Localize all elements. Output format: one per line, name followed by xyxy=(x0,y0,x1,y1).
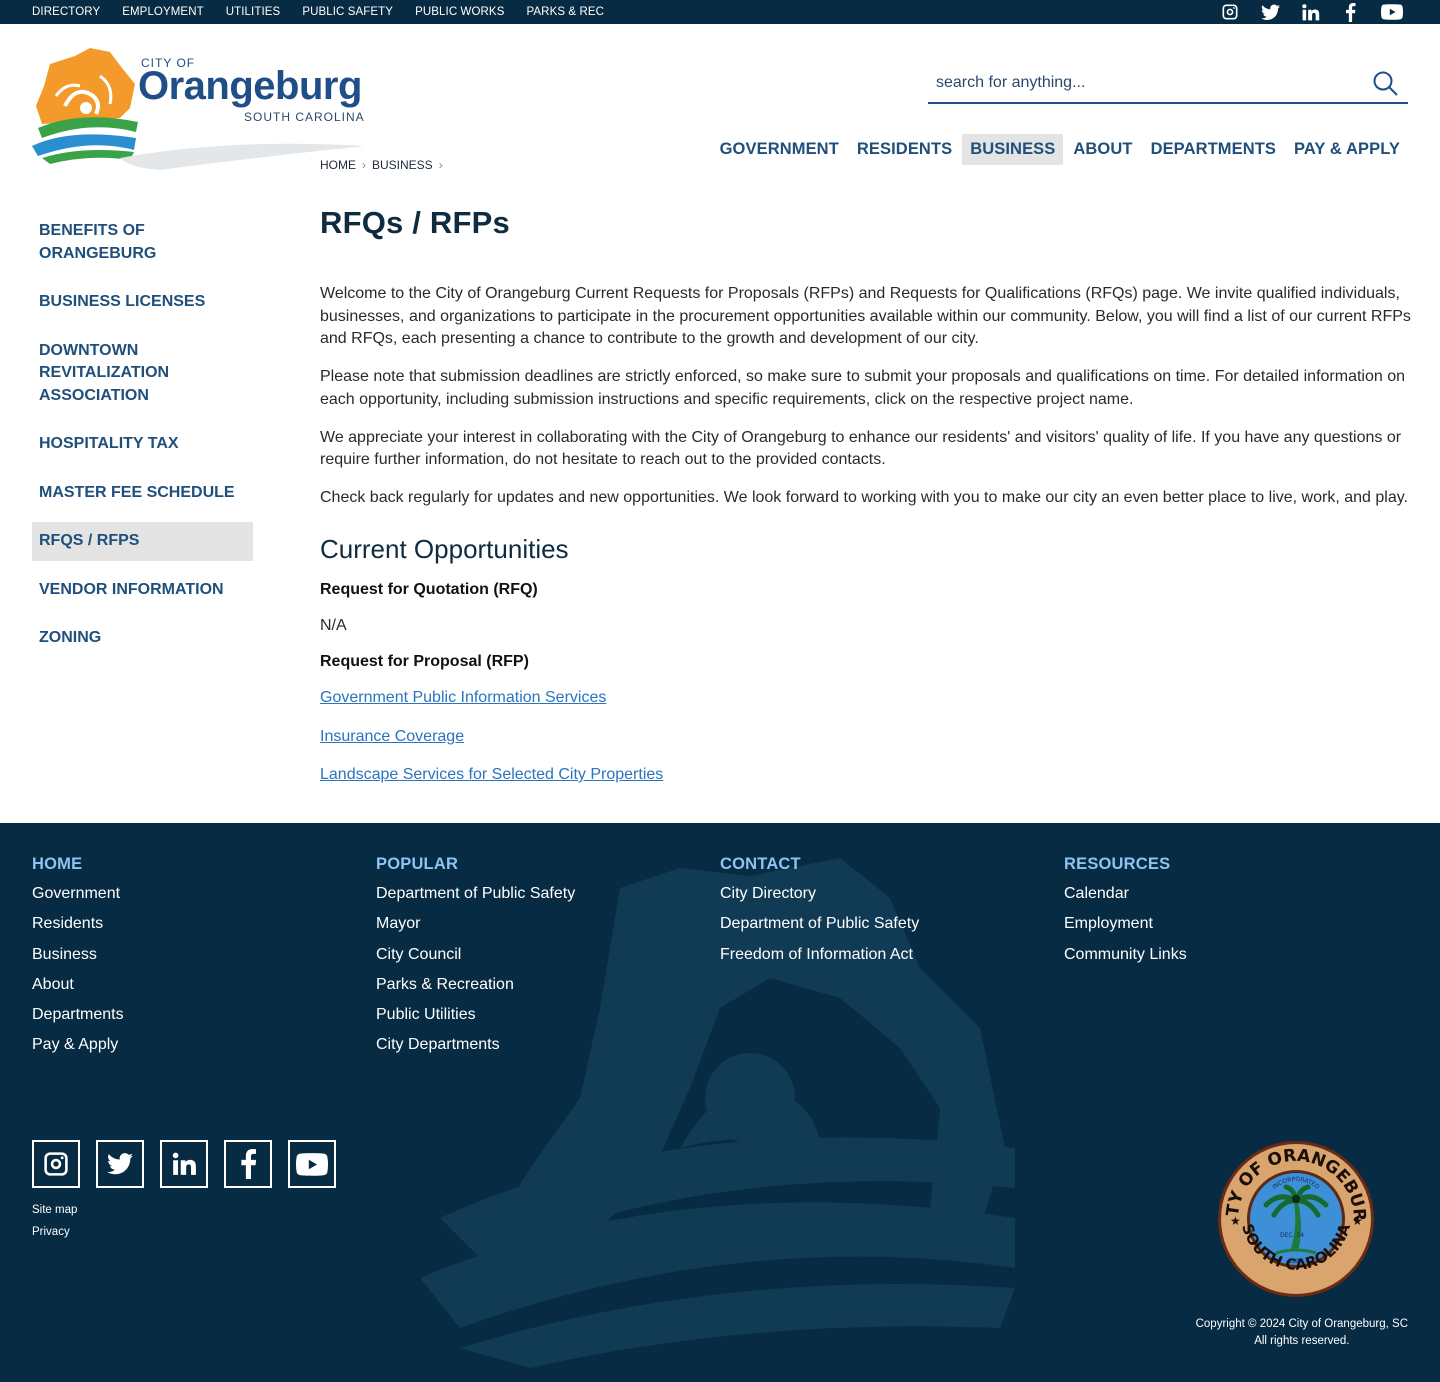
sidebar-link-rfqs-rfps[interactable]: RFQS / RFPS xyxy=(32,530,253,553)
rfp-link-insurance[interactable]: Insurance Coverage xyxy=(320,726,464,748)
footer-bottom-links: Site map Privacy xyxy=(32,1204,77,1248)
appreciation-paragraph: We appreciate your interest in collabora… xyxy=(320,428,1402,469)
sidebar-item-vendor-info: VENDOR INFORMATION xyxy=(32,579,253,602)
footer-link[interactable]: City Directory xyxy=(720,883,1064,905)
footer-link[interactable]: Community Links xyxy=(1064,944,1408,966)
star-icon: ★ xyxy=(1230,1214,1241,1228)
chevron-right-icon: › xyxy=(438,158,443,172)
star-icon: ★ xyxy=(1352,1214,1363,1228)
section-sidebar: BENEFITS OF ORANGEBURG BUSINESS LICENSES… xyxy=(32,220,253,676)
copyright: Copyright © 2024 City of Orangeburg, SC … xyxy=(1196,1316,1408,1350)
main-content: RFQs / RFPs Welcome to the City of Orang… xyxy=(320,205,1415,803)
footer-link[interactable]: Departments xyxy=(32,1004,376,1026)
footer-column-home: HOME Government Residents Business About… xyxy=(32,855,376,1065)
footer-heading-popular: POPULAR xyxy=(376,855,459,873)
sidebar-item-benefits: BENEFITS OF ORANGEBURG xyxy=(32,220,253,265)
rfq-heading: Request for Quotation (RFQ) xyxy=(320,580,538,598)
footer-heading-home: HOME xyxy=(32,855,83,873)
privacy-link[interactable]: Privacy xyxy=(32,1226,77,1238)
chevron-right-icon: › xyxy=(362,158,366,172)
sidebar-item-hospitality-tax: HOSPITALITY TAX xyxy=(32,433,253,456)
sidebar-link-business-licenses[interactable]: BUSINESS LICENSES xyxy=(32,291,253,314)
sidebar-link-hospitality-tax[interactable]: HOSPITALITY TAX xyxy=(32,433,253,456)
seal-inner-date: DEC. 24 xyxy=(1280,1232,1304,1239)
footer-facebook-button[interactable] xyxy=(224,1140,272,1188)
rfp-link-public-information[interactable]: Government Public Information Services xyxy=(320,687,606,709)
sidebar-link-downtown[interactable]: DOWNTOWN REVITALIZATION ASSOCIATION xyxy=(32,340,192,408)
youtube-icon xyxy=(296,1152,328,1176)
footer-column-popular: POPULAR Department of Public Safety Mayo… xyxy=(376,855,720,1065)
footer-link[interactable]: Business xyxy=(32,944,376,966)
footer-link[interactable]: Mayor xyxy=(376,913,720,935)
footer-youtube-button[interactable] xyxy=(288,1140,336,1188)
footer-column-resources: RESOURCES Calendar Employment Community … xyxy=(1064,855,1408,1065)
sidebar-item-business-licenses: BUSINESS LICENSES xyxy=(32,291,253,314)
intro-paragraph: Welcome to the City of Orangeburg Curren… xyxy=(320,285,1411,347)
city-seal: CITY OF ORANGEBURG SOUTH CAROLINA ★ ★ IN… xyxy=(1216,1139,1374,1297)
sidebar-link-benefits[interactable]: BENEFITS OF ORANGEBURG xyxy=(32,220,192,265)
linkedin-icon xyxy=(172,1152,196,1175)
footer-link[interactable]: City Departments xyxy=(376,1034,720,1056)
opportunities-heading: Current Opportunities xyxy=(320,533,569,564)
check-back-paragraph: Check back regularly for updates and new… xyxy=(320,489,1408,506)
sidebar-link-zoning[interactable]: ZONING xyxy=(32,627,253,650)
sidebar-item-downtown: DOWNTOWN REVITALIZATION ASSOCIATION xyxy=(32,340,253,408)
footer-link[interactable]: Department of Public Safety xyxy=(376,883,720,905)
breadcrumb: HOME › BUSINESS › xyxy=(320,158,445,172)
footer-linkedin-button[interactable] xyxy=(160,1140,208,1188)
site-footer: HOME Government Residents Business About… xyxy=(0,823,1440,1382)
facebook-icon xyxy=(240,1149,256,1179)
breadcrumb-home[interactable]: HOME xyxy=(320,158,356,172)
footer-link[interactable]: Government xyxy=(32,883,376,905)
rights-text: All rights reserved. xyxy=(1254,1335,1350,1347)
seal-inner-year: 1883 xyxy=(1288,1258,1303,1265)
deadline-paragraph: Please note that submission deadlines ar… xyxy=(320,368,1406,408)
sidebar-item-rfqs-rfps: RFQS / RFPS xyxy=(32,522,253,561)
page-title: RFQs / RFPs xyxy=(320,205,510,240)
sidebar-item-master-fee: MASTER FEE SCHEDULE xyxy=(32,482,253,505)
rfq-value: N/A xyxy=(320,616,347,634)
page-content: HOME › BUSINESS › BENEFITS OF ORANGEBURG… xyxy=(0,0,1440,823)
breadcrumb-business[interactable]: BUSINESS xyxy=(372,158,433,172)
footer-link[interactable]: Parks & Recreation xyxy=(376,974,720,996)
sidebar-link-master-fee[interactable]: MASTER FEE SCHEDULE xyxy=(32,482,253,505)
footer-column-contact: CONTACT City Directory Department of Pub… xyxy=(720,855,1064,1065)
rfp-heading: Request for Proposal (RFP) xyxy=(320,653,529,670)
footer-heading-resources: RESOURCES xyxy=(1064,855,1171,873)
footer-link[interactable]: Employment xyxy=(1064,913,1408,935)
footer-link[interactable]: Pay & Apply xyxy=(32,1034,376,1056)
sidebar-item-zoning: ZONING xyxy=(32,627,253,650)
footer-link[interactable]: Residents xyxy=(32,913,376,935)
site-map-link[interactable]: Site map xyxy=(32,1204,77,1216)
footer-twitter-button[interactable] xyxy=(96,1140,144,1188)
footer-columns: HOME Government Residents Business About… xyxy=(32,855,1408,1065)
footer-heading-contact: CONTACT xyxy=(720,855,801,873)
sidebar-link-vendor-info[interactable]: VENDOR INFORMATION xyxy=(32,579,253,602)
footer-social xyxy=(32,1140,336,1188)
twitter-icon xyxy=(107,1153,133,1175)
instagram-icon xyxy=(44,1152,68,1176)
rfp-link-landscape[interactable]: Landscape Services for Selected City Pro… xyxy=(320,764,663,786)
footer-link[interactable]: Public Utilities xyxy=(376,1004,720,1026)
footer-link[interactable]: Freedom of Information Act xyxy=(720,944,1064,966)
footer-instagram-button[interactable] xyxy=(32,1140,80,1188)
footer-link[interactable]: Department of Public Safety xyxy=(720,913,1064,935)
footer-link[interactable]: Calendar xyxy=(1064,883,1408,905)
copyright-text: Copyright © 2024 City of Orangeburg, SC xyxy=(1195,1318,1408,1330)
footer-link[interactable]: About xyxy=(32,974,376,996)
footer-link[interactable]: City Council xyxy=(376,944,720,966)
